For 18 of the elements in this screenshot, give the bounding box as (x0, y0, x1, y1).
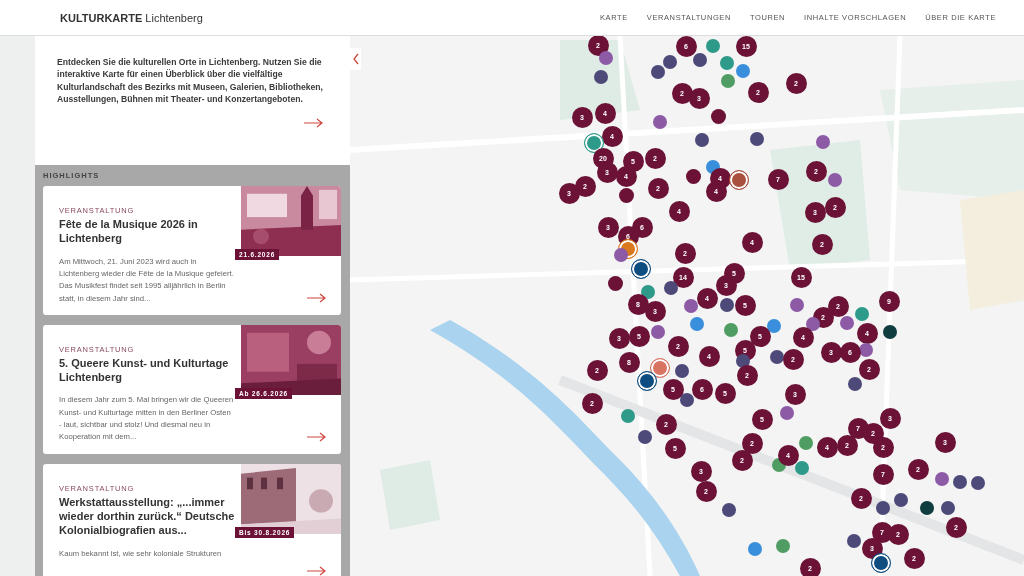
arrow-right-icon[interactable] (307, 565, 327, 576)
event-card[interactable] (43, 324, 341, 454)
card-title: Fête de la Musique 2026 in Lichtenberg (59, 217, 199, 246)
intro-text: Entdecken Sie die kulturellen Orte in Lichtenberg. Nutzen Sie die interaktive Karte für einen Überblick über die vielfältige Kulturlandschaft des Bezirks mit Museen, Galerien, Bibliotheken, Ausstellungen, Bühnen mit Theater- und Konzertangeboten. (57, 56, 324, 106)
event-card[interactable] (43, 186, 341, 315)
arrow-right-icon[interactable] (307, 292, 327, 303)
location-marker[interactable] (795, 461, 809, 475)
location-marker[interactable] (680, 393, 694, 407)
chevron-left-icon (352, 53, 359, 65)
location-marker[interactable] (663, 55, 677, 69)
location-marker[interactable] (651, 65, 665, 79)
location-marker[interactable] (840, 316, 854, 330)
site-logo[interactable]: KULTURKARTE Lichtenberg (60, 11, 203, 24)
card-title: 5. Queere Kunst- und Kulturtage Lichtenberg (59, 355, 230, 385)
card-title: Werkstattausstellung: „...immer wieder dorthin zurück.“ Deutsche Kolonialbiografien aus... (59, 494, 235, 538)
arrow-right-icon[interactable] (304, 117, 324, 128)
collapse-button[interactable] (350, 48, 361, 70)
arrow-right-icon[interactable] (307, 431, 327, 442)
